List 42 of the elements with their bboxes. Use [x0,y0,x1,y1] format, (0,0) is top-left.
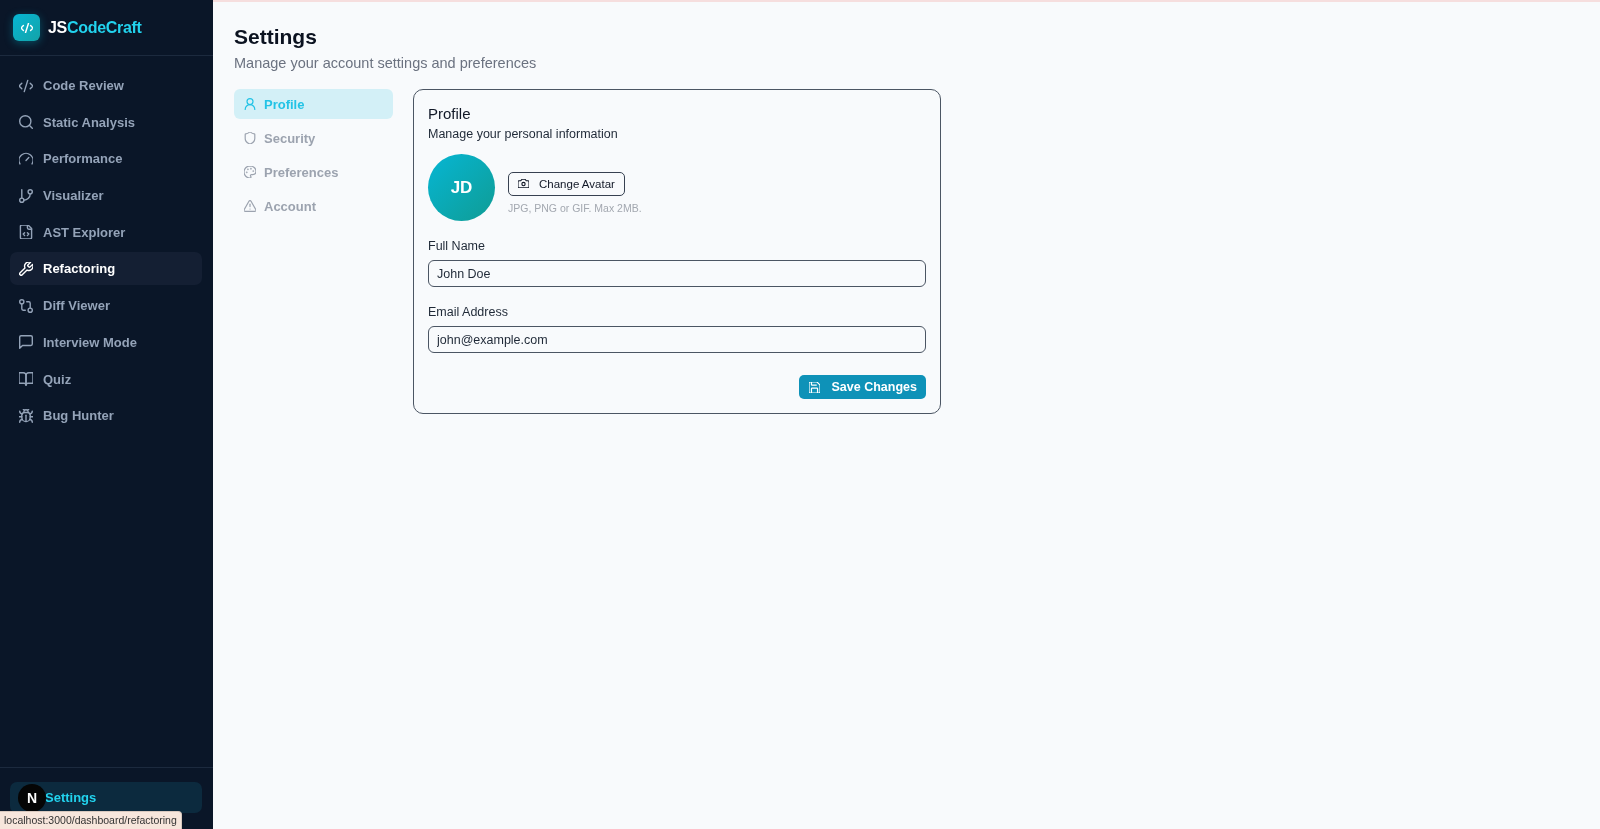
code-icon [19,78,33,93]
nav-item[interactable]: Visualizer [10,179,202,213]
compare-icon [19,298,33,313]
save-button[interactable]: Save Changes [798,375,926,399]
logo-name: CodeCraft [67,18,142,36]
nav-item[interactable]: Performance [10,142,202,176]
nav-item[interactable]: Diff Viewer [10,289,202,323]
book-icon [19,372,33,386]
wrench-icon [19,261,33,276]
save-icon [808,381,820,393]
page-title: Settings [234,24,318,50]
nav-item[interactable]: Quiz [10,362,202,396]
field-label: Email Address [428,305,509,320]
bug-icon [19,408,33,423]
branch-icon [19,188,33,203]
input-field[interactable]: john@example.com [428,326,926,353]
palette-icon [244,166,256,178]
gauge-icon [19,151,33,166]
change-avatar-button[interactable]: Change Avatar [508,171,625,196]
nav-item[interactable]: AST Explorer [10,215,202,249]
logo-prefix: JS [48,18,67,36]
status-tooltip: localhost:3000/dashboard/refactoring [0,811,182,829]
nav-item[interactable]: Static Analysis [10,105,202,139]
nav-item[interactable]: Code Review [10,69,202,102]
warning-icon [244,200,256,212]
search-icon [19,115,33,130]
card-title: Profile [428,104,472,123]
camera-icon [518,179,529,188]
input-field[interactable]: John Doe [428,260,926,287]
card-subtitle: Manage your personal information [428,126,619,142]
avatar: JD [428,154,495,221]
user-icon [244,98,256,110]
nav-item[interactable]: Refactoring [10,252,202,286]
page-subtitle: Manage your account settings and preferences [234,54,538,72]
chat-bubble-icon [19,335,33,350]
code-file-icon [19,225,33,240]
nav-item[interactable]: Interview Mode [10,325,202,359]
field-label: Full Name [428,239,486,254]
code-logo-icon [13,14,40,41]
avatar-hint: JPG, PNG or GIF. Max 2MB. [508,201,642,214]
shield-icon [244,132,256,144]
nav-item[interactable]: Bug Hunter [10,399,202,433]
